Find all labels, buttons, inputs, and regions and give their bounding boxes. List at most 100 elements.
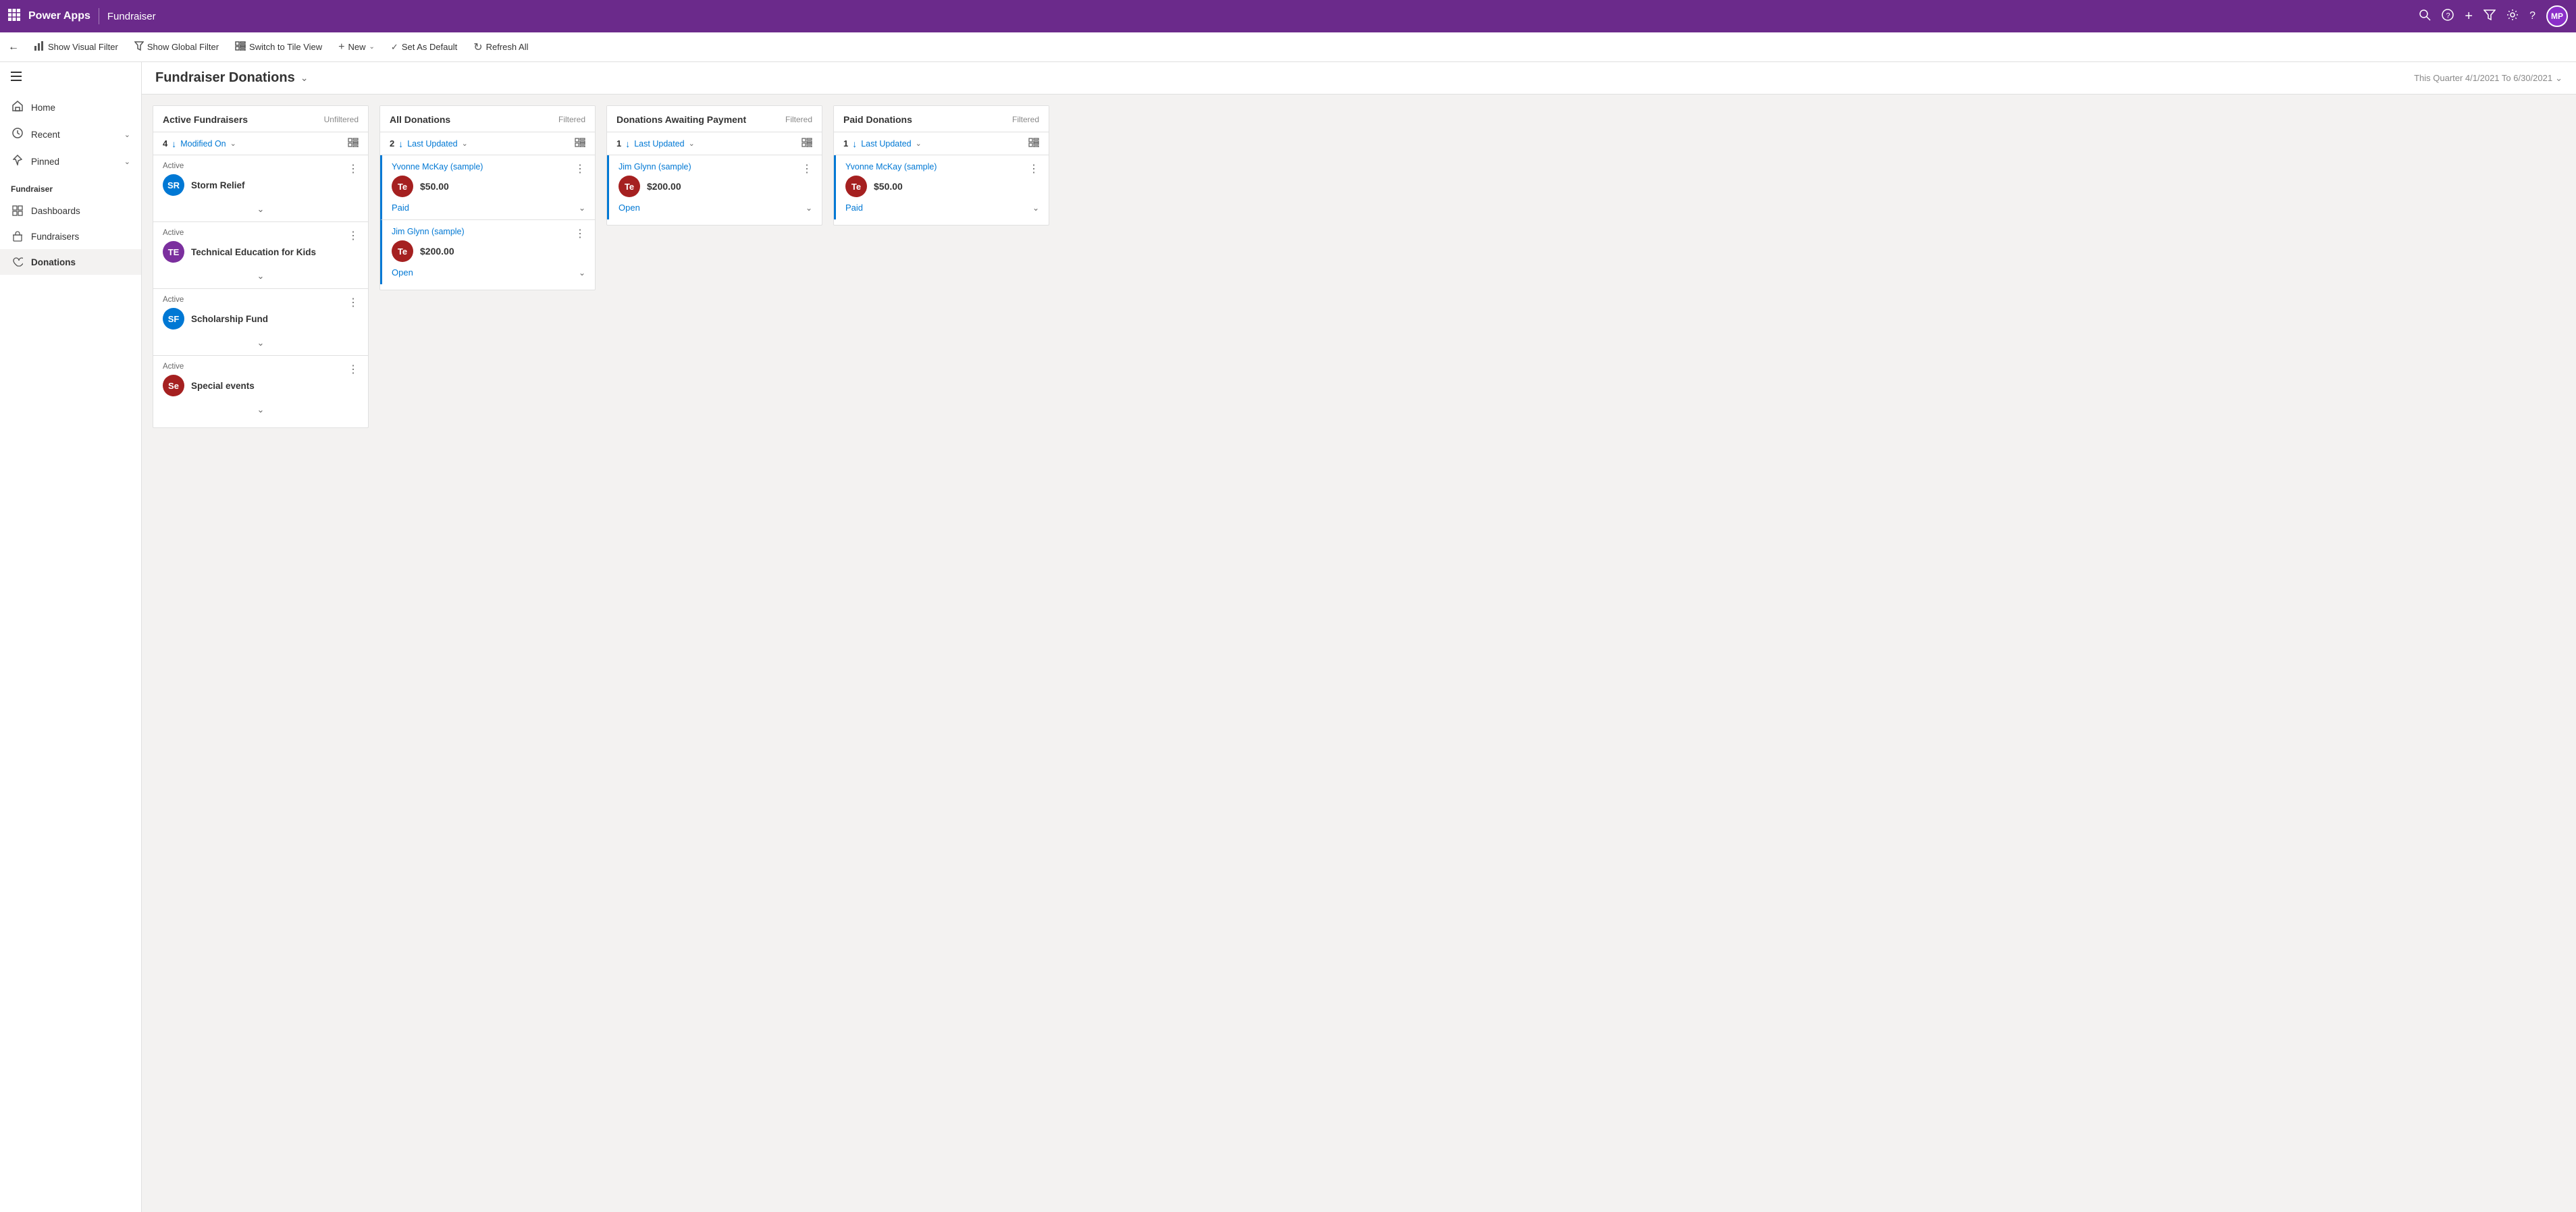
card-expand-chevron-icon[interactable]: ⌄ <box>257 204 265 215</box>
global-filter-icon <box>134 41 144 53</box>
col-header-all-donations: All Donations Filtered <box>380 106 595 132</box>
cards-active-fundraisers: Active ⋮ SR Storm Relief ⌄ Active ⋮ TE T… <box>153 155 368 427</box>
cards-paid-donations: Yvonne McKay (sample) ⋮ Te $50.00 Paid ⌄ <box>834 155 1049 225</box>
sort-label-all-donations[interactable]: Last Updated <box>407 139 457 149</box>
waffle-icon[interactable] <box>8 9 20 24</box>
card-more-icon[interactable]: ⋮ <box>1028 162 1039 176</box>
app-layout: Home Recent ⌄ Pinned ⌄ Fundraiser <box>0 62 2576 1212</box>
donation-donor-paid-1[interactable]: Yvonne McKay (sample) <box>845 162 1039 172</box>
sort-view-icon[interactable] <box>348 138 359 149</box>
user-avatar[interactable]: MP <box>2546 5 2568 27</box>
card-expand-chevron-icon[interactable]: ⌄ <box>257 338 265 348</box>
donation-avatar-awaiting-1: Te <box>619 176 640 197</box>
settings-icon[interactable] <box>2506 9 2519 24</box>
donation-donor-donation-2[interactable]: Jim Glynn (sample) <box>392 227 585 236</box>
sort-label-paid-donations[interactable]: Last Updated <box>861 139 911 149</box>
cards-donations-awaiting-payment: Jim Glynn (sample) ⋮ Te $200.00 Open ⌄ <box>607 155 822 225</box>
card-more-icon[interactable]: ⋮ <box>348 363 359 376</box>
sort-view-icon[interactable] <box>1028 138 1039 149</box>
col-sort-paid-donations: 1 ↓ Last Updated ⌄ <box>834 132 1049 155</box>
date-filter[interactable]: This Quarter 4/1/2021 To 6/30/2021 ⌄ <box>2414 73 2562 84</box>
card-expand-row: ⌄ <box>163 335 359 348</box>
sidebar-item-home[interactable]: Home <box>0 94 141 121</box>
sort-down-arrow-icon[interactable]: ↓ <box>398 138 403 149</box>
donation-avatar-donation-2: Te <box>392 240 413 262</box>
kanban-col-all-donations: All Donations Filtered 2 ↓ Last Updated … <box>379 105 596 290</box>
card-body-donation-2: Te $200.00 <box>392 240 585 262</box>
card-name-special-events[interactable]: Special events <box>191 381 255 391</box>
back-button[interactable]: ← <box>8 41 19 53</box>
card-expand-row: ⌄ <box>163 268 359 282</box>
sort-view-icon[interactable] <box>801 138 812 149</box>
question-icon[interactable]: ? <box>2529 10 2535 22</box>
sort-label-active-fundraisers[interactable]: Modified On <box>180 139 226 149</box>
card-expand-chevron-icon[interactable]: ⌄ <box>257 404 265 415</box>
sidebar-item-donations[interactable]: Donations <box>0 249 141 275</box>
plus-icon[interactable]: + <box>2465 9 2473 24</box>
hamburger-icon[interactable] <box>0 62 141 94</box>
donation-status-donation-1[interactable]: Paid <box>392 203 409 213</box>
col-sort-active-fundraisers: 4 ↓ Modified On ⌄ <box>153 132 368 155</box>
kanban-col-paid-donations: Paid Donations Filtered 1 ↓ Last Updated… <box>833 105 1049 226</box>
donation-amount-awaiting-1: $200.00 <box>647 181 681 192</box>
set-as-default-button[interactable]: ✓ Set As Default <box>384 38 464 57</box>
show-global-filter-button[interactable]: Show Global Filter <box>128 37 226 57</box>
donation-expand-icon[interactable]: ⌄ <box>579 203 585 213</box>
col-title-donations-awaiting-payment: Donations Awaiting Payment <box>616 114 746 125</box>
donation-status-awaiting-1[interactable]: Open <box>619 203 640 213</box>
donation-status-row-donation-2: Open ⌄ <box>392 267 585 278</box>
show-visual-filter-button[interactable]: Show Visual Filter <box>27 36 125 57</box>
module-name: Fundraiser <box>107 11 156 22</box>
sort-view-icon[interactable] <box>575 138 585 149</box>
col-count-all-donations: 2 <box>390 138 394 149</box>
main-content: Fundraiser Donations ⌄ This Quarter 4/1/… <box>142 62 2576 1212</box>
donation-donor-awaiting-1[interactable]: Jim Glynn (sample) <box>619 162 812 172</box>
sort-chevron-icon: ⌄ <box>916 139 922 148</box>
donation-status-paid-1[interactable]: Paid <box>845 203 863 213</box>
col-filter-paid-donations: Filtered <box>1012 115 1039 124</box>
list-item: Active ⋮ SR Storm Relief ⌄ <box>153 155 368 221</box>
card-body-tech-ed-kids: TE Technical Education for Kids <box>163 241 359 263</box>
app-name: Power Apps <box>28 10 90 22</box>
donation-status-donation-2[interactable]: Open <box>392 267 413 278</box>
fundraisers-icon <box>11 230 24 243</box>
sidebar-item-recent[interactable]: Recent ⌄ <box>0 121 141 148</box>
sidebar-item-dashboards[interactable]: Dashboards <box>0 198 141 223</box>
help-icon[interactable]: ? <box>2442 9 2454 24</box>
donation-donor-donation-1[interactable]: Yvonne McKay (sample) <box>392 162 585 172</box>
donation-expand-icon[interactable]: ⌄ <box>1032 203 1039 213</box>
page-title-dropdown-icon[interactable]: ⌄ <box>300 72 309 84</box>
card-expand-row: ⌄ <box>163 201 359 215</box>
sidebar-item-pinned[interactable]: Pinned ⌄ <box>0 148 141 175</box>
card-name-storm-relief[interactable]: Storm Relief <box>191 180 245 190</box>
dashboards-icon <box>11 204 24 217</box>
new-button[interactable]: + New ⌄ <box>332 37 382 57</box>
card-name-tech-ed-kids[interactable]: Technical Education for Kids <box>191 247 316 257</box>
sort-down-arrow-icon[interactable]: ↓ <box>172 138 176 149</box>
filter-icon[interactable] <box>2483 9 2496 24</box>
donation-amount-donation-1: $50.00 <box>420 181 449 192</box>
switch-tile-view-button[interactable]: Switch to Tile View <box>228 37 329 57</box>
donation-expand-icon[interactable]: ⌄ <box>806 203 812 213</box>
card-more-icon[interactable]: ⋮ <box>348 229 359 242</box>
col-filter-active-fundraisers: Unfiltered <box>324 115 359 124</box>
card-more-icon[interactable]: ⋮ <box>575 162 585 176</box>
donation-expand-icon[interactable]: ⌄ <box>579 268 585 278</box>
home-label: Home <box>31 103 55 113</box>
card-body-special-events: Se Special events <box>163 375 359 396</box>
sort-down-arrow-icon[interactable]: ↓ <box>625 138 630 149</box>
card-more-icon[interactable]: ⋮ <box>348 162 359 176</box>
card-expand-chevron-icon[interactable]: ⌄ <box>257 271 265 282</box>
refresh-all-button[interactable]: ↻ Refresh All <box>467 36 535 58</box>
list-item: Active ⋮ TE Technical Education for Kids… <box>153 221 368 288</box>
card-more-icon[interactable]: ⋮ <box>348 296 359 309</box>
card-more-icon[interactable]: ⋮ <box>801 162 812 176</box>
search-icon[interactable] <box>2419 9 2431 24</box>
sort-label-donations-awaiting-payment[interactable]: Last Updated <box>634 139 684 149</box>
sort-down-arrow-icon[interactable]: ↓ <box>852 138 857 149</box>
card-more-icon[interactable]: ⋮ <box>575 227 585 240</box>
switch-tile-view-label: Switch to Tile View <box>249 42 322 52</box>
sidebar-item-fundraisers[interactable]: Fundraisers <box>0 223 141 249</box>
card-avatar-special-events: Se <box>163 375 184 396</box>
card-name-scholarship-fund[interactable]: Scholarship Fund <box>191 314 268 324</box>
